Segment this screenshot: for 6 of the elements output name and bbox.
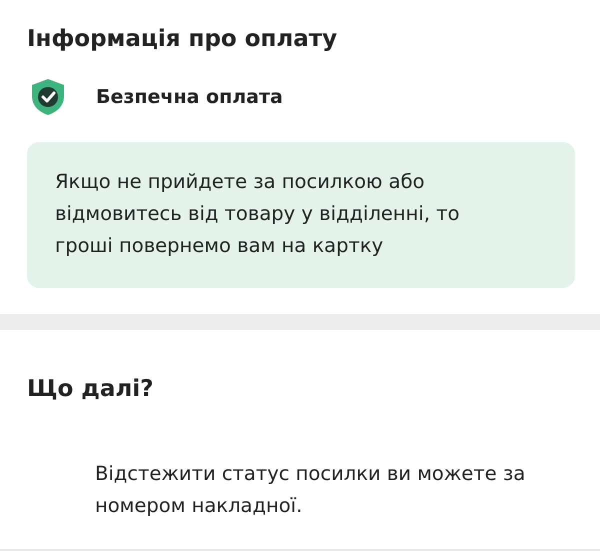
secure-payment-label: Безпечна оплата (96, 86, 283, 108)
section-title: Інформація про оплату (27, 25, 338, 54)
section-title: Що далі? (27, 375, 154, 404)
refund-notice: Якщо не прийдете за посилкою або відмовитесь від товару у відділенні, то гроші повернемо вам на картку (27, 142, 575, 288)
shield-check-icon (30, 78, 66, 116)
tracking-info-text: Відстежити статус посилки ви можете за номером накладної. (95, 461, 526, 519)
